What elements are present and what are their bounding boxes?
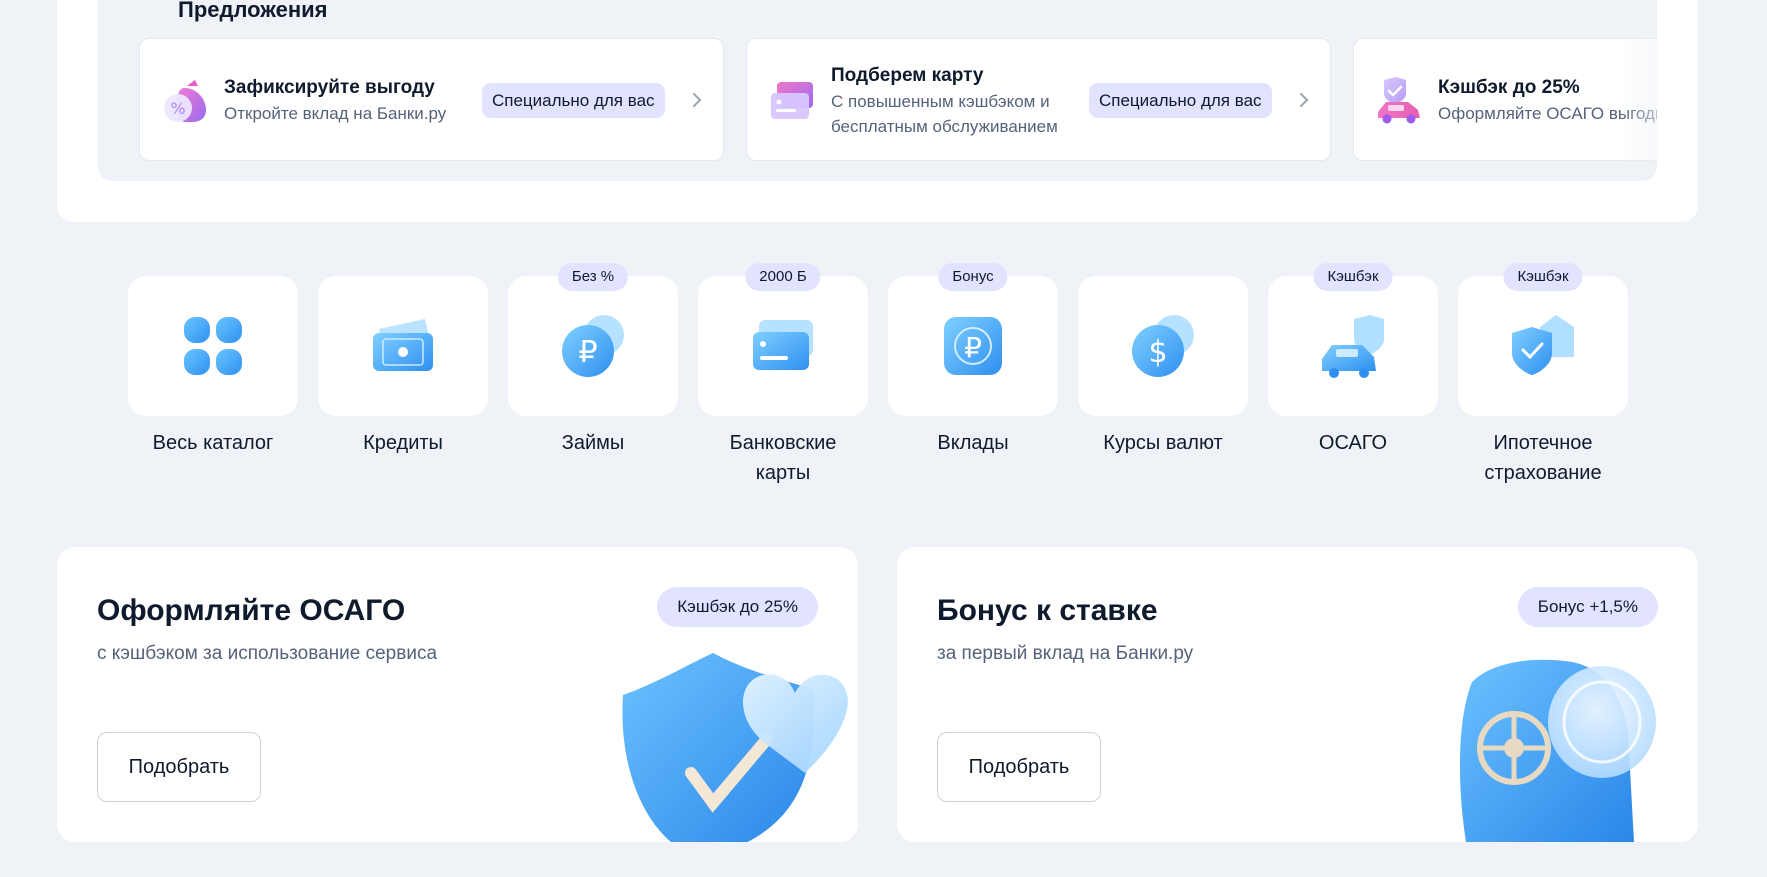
bank-card-icon: [753, 320, 813, 370]
category-tile[interactable]: [1268, 276, 1438, 416]
promo-badge: Бонус +1,5%: [1517, 587, 1658, 627]
category-badge: Кэшбэк: [1313, 263, 1393, 291]
car-shield-icon: [1378, 77, 1420, 124]
category-all-catalog[interactable]: Весь каталог: [128, 276, 298, 458]
category-mortgage-insurance[interactable]: Кэшбэк Ипотечное страхование: [1458, 263, 1628, 488]
svg-text:%: %: [170, 99, 185, 118]
chevron-right-icon: [693, 93, 702, 107]
offers-carousel[interactable]: % Зафиксируйте выгоду Откройте вклад на …: [139, 38, 1657, 162]
dollar-coins-icon: $: [1132, 315, 1194, 377]
category-tile[interactable]: $: [1078, 276, 1248, 416]
offer-subtitle: Откройте вклад на Банки.ру: [224, 104, 447, 123]
svg-text:$: $: [1148, 335, 1167, 370]
chevron-right-icon: [1300, 93, 1309, 107]
category-label: Займы: [561, 432, 625, 454]
percent-bag-icon: %: [164, 80, 206, 122]
category-tile[interactable]: [698, 276, 868, 416]
promo-card-osago[interactable]: Оформляйте ОСАГО с кэшбэком за использов…: [57, 547, 858, 842]
category-credits[interactable]: Кредиты: [318, 276, 488, 458]
category-loans[interactable]: ₽ Без % Займы: [508, 263, 678, 458]
category-label: Курсы валют: [1103, 432, 1223, 454]
category-badge: Кэшбэк: [1503, 263, 1583, 291]
grid-icon: [184, 317, 242, 375]
category-deposits[interactable]: ₽ Бонус Вклады: [888, 263, 1058, 458]
category-label-line2: страхование: [1484, 462, 1602, 484]
offer-badge: Специально для вас: [1089, 83, 1272, 118]
promo-title: Бонус к ставке: [937, 594, 1158, 627]
svg-text:₽: ₽: [578, 335, 597, 370]
category-label-line1: Банковские: [729, 432, 837, 454]
promo-subtitle: с кэшбэком за использование сервиса: [97, 643, 438, 664]
category-osago[interactable]: Кэшбэк ОСАГО: [1268, 263, 1438, 458]
offer-card-bank-card[interactable]: Подберем карту С повышенным кэшбэком и б…: [746, 38, 1331, 161]
offers-panel: Предложения % Зафиксируйте выгоду Открой…: [57, 0, 1698, 222]
promo-badge: Кэшбэк до 25%: [657, 587, 818, 627]
offer-subtitle-line2: бесплатным обслуживанием: [831, 116, 1058, 136]
ruble-coins-icon: ₽: [562, 315, 624, 377]
offers-box: Предложения % Зафиксируйте выгоду Открой…: [98, 0, 1657, 181]
category-tile[interactable]: ₽: [508, 276, 678, 416]
cash-icon: [373, 319, 433, 371]
category-label: Весь каталог: [152, 432, 274, 454]
offer-badge: Специально для вас: [482, 83, 665, 118]
category-label: Вклады: [937, 432, 1009, 454]
category-badge: Бонус: [938, 263, 1008, 291]
offer-title: Зафиксируйте выгоду: [224, 77, 435, 98]
house-shield-icon: [1512, 315, 1574, 375]
offers-title: Предложения: [178, 0, 328, 22]
offer-card-deposit[interactable]: % Зафиксируйте выгоду Откройте вклад на …: [139, 38, 724, 161]
category-tile[interactable]: ₽: [888, 276, 1058, 416]
category-label: Кредиты: [363, 432, 443, 454]
ruble-deposit-icon: ₽: [944, 317, 1002, 375]
carousel-fade: [1619, 38, 1657, 162]
shield-heart-icon: [622, 653, 848, 842]
offer-card-osago[interactable]: Кэшбэк до 25% Оформляйте ОСАГО выгодно: [1353, 38, 1657, 161]
category-tile[interactable]: [318, 276, 488, 416]
safe-icon: [1459, 659, 1656, 842]
category-tile[interactable]: [128, 276, 298, 416]
pick-button[interactable]: Подобрать: [937, 732, 1101, 802]
category-exchange-rates[interactable]: $ Курсы валют: [1078, 276, 1248, 458]
car-shield-icon: [1322, 315, 1384, 378]
category-tile[interactable]: [1458, 276, 1628, 416]
pick-button[interactable]: Подобрать: [97, 732, 261, 802]
category-label-line1: Ипотечное: [1493, 432, 1593, 454]
promo-card-deposit-bonus[interactable]: Бонус к ставке за первый вклад на Банки.…: [897, 547, 1698, 842]
promo-subtitle: за первый вклад на Банки.ру: [937, 643, 1194, 664]
promo-title: Оформляйте ОСАГО: [97, 594, 406, 627]
category-bank-cards[interactable]: 2000 Б Банковские карты: [698, 263, 868, 488]
offer-title: Подберем карту: [831, 64, 984, 86]
offer-subtitle-line1: С повышенным кэшбэком и: [831, 91, 1050, 111]
category-badge: Без %: [557, 263, 629, 291]
category-badge: 2000 Б: [745, 263, 821, 291]
category-label-line2: карты: [755, 462, 811, 484]
svg-text:₽: ₽: [964, 331, 982, 364]
cards-icon: [771, 82, 813, 119]
category-label: ОСАГО: [1318, 432, 1388, 454]
